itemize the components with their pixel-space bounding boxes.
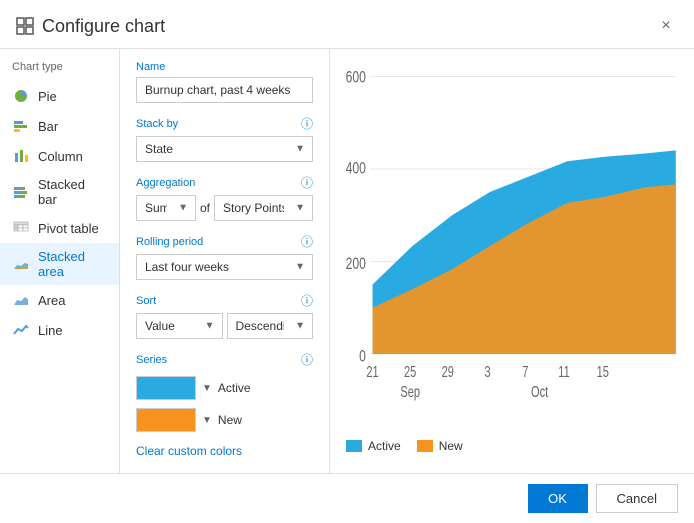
configure-chart-dialog: Configure chart × Chart type Pie [0, 0, 694, 523]
line-icon [12, 321, 30, 339]
x-label-11: 11 [558, 363, 569, 380]
stack-by-info-icon[interactable]: ⓘ [301, 115, 313, 132]
x-label-3: 3 [485, 363, 491, 380]
title-bar: Configure chart × [0, 0, 694, 49]
aggregation-info-icon[interactable]: ⓘ [301, 174, 313, 191]
y-label-0: 0 [359, 348, 366, 366]
column-icon [12, 147, 30, 165]
series-active-name: Active [218, 381, 251, 395]
column-label: Column [38, 149, 83, 164]
clear-custom-colors-link[interactable]: Clear custom colors [136, 444, 242, 458]
sidebar-item-pivot-table[interactable]: Pivot table [0, 213, 119, 243]
x-label-7: 7 [522, 363, 528, 380]
aggregation-func-wrapper: Sum ▼ [136, 195, 196, 221]
aggregation-func-select[interactable]: Sum [136, 195, 196, 221]
sidebar-item-line[interactable]: Line [0, 315, 119, 345]
x-label-25: 25 [404, 363, 416, 380]
x-label-21: 21 [366, 363, 378, 380]
sort-by-wrapper: Value ▼ [136, 313, 223, 339]
pivot-icon [12, 219, 30, 237]
rolling-period-select[interactable]: Last four weeks [136, 254, 313, 280]
sort-by-select[interactable]: Value [136, 313, 223, 339]
dialog-title: Configure chart [42, 16, 165, 37]
dialog-icon [16, 17, 34, 35]
pie-icon [12, 87, 30, 105]
series-new-color-swatch[interactable] [136, 408, 196, 432]
of-label: of [200, 201, 210, 215]
x-label-29: 29 [442, 363, 454, 380]
sidebar-item-stacked-bar[interactable]: Stacked bar [0, 171, 119, 213]
aggregation-field-select[interactable]: Story Points [214, 195, 313, 221]
stacked-bar-icon [12, 183, 30, 201]
rolling-period-info-icon[interactable]: ⓘ [301, 233, 313, 250]
chart-area: 600 400 200 0 21 25 29 [346, 61, 678, 431]
legend-new-color [417, 440, 433, 452]
x-label-15: 15 [597, 363, 609, 380]
stack-by-label: Stack by ⓘ [136, 115, 313, 132]
legend-new-label: New [439, 439, 463, 453]
chart-svg: 600 400 200 0 21 25 29 [346, 61, 678, 431]
aggregation-label: Aggregation ⓘ [136, 174, 313, 191]
area-icon [12, 291, 30, 309]
sidebar-item-column[interactable]: Column [0, 141, 119, 171]
sort-row: Value ▼ Descending ▼ [136, 313, 313, 339]
series-info-icon[interactable]: ⓘ [301, 351, 313, 368]
sidebar-item-stacked-area[interactable]: Stacked area [0, 243, 119, 285]
rolling-period-wrapper: Last four weeks ▼ [136, 254, 313, 280]
aggregation-field-wrapper: Story Points ▼ [214, 195, 313, 221]
series-active-chevron-icon[interactable]: ▼ [202, 383, 212, 394]
dialog-footer: OK Cancel [0, 473, 694, 523]
form-panel: Name Stack by ⓘ State ▼ Aggregation ⓘ [120, 49, 330, 473]
name-input[interactable] [136, 77, 313, 103]
y-label-600: 600 [346, 69, 366, 87]
area-label: Area [38, 293, 65, 308]
legend-item-new: New [417, 439, 463, 453]
series-item-new: ▼ New [136, 408, 313, 432]
bar-label: Bar [38, 119, 58, 134]
bar-icon [12, 117, 30, 135]
aggregation-row: Sum ▼ of Story Points ▼ [136, 195, 313, 221]
sort-order-wrapper: Descending ▼ [227, 313, 314, 339]
chart-legend: Active New [346, 431, 678, 461]
sort-order-select[interactable]: Descending [227, 313, 314, 339]
x-group-sep: Sep [400, 383, 420, 400]
sidebar-item-bar[interactable]: Bar [0, 111, 119, 141]
stacked-area-label: Stacked area [38, 249, 107, 279]
y-label-400: 400 [346, 160, 366, 178]
stack-by-select[interactable]: State [136, 136, 313, 162]
rolling-period-label: Rolling period ⓘ [136, 233, 313, 250]
series-item-active: ▼ Active [136, 376, 313, 400]
sort-info-icon[interactable]: ⓘ [301, 292, 313, 309]
stack-by-select-wrapper: State ▼ [136, 136, 313, 162]
stacked-area-icon [12, 255, 30, 273]
pivot-label: Pivot table [38, 221, 99, 236]
series-new-chevron-icon[interactable]: ▼ [202, 415, 212, 426]
ok-button[interactable]: OK [528, 484, 588, 513]
series-active-color-swatch[interactable] [136, 376, 196, 400]
legend-active-color [346, 440, 362, 452]
sort-label: Sort ⓘ [136, 292, 313, 309]
series-section-label: Series ⓘ [136, 351, 313, 368]
line-label: Line [38, 323, 63, 338]
legend-item-active: Active [346, 439, 401, 453]
name-label: Name [136, 61, 313, 73]
legend-active-label: Active [368, 439, 401, 453]
dialog-content: Chart type Pie [0, 49, 694, 473]
chart-type-panel: Chart type Pie [0, 49, 120, 473]
close-button[interactable]: × [654, 14, 678, 38]
cancel-button[interactable]: Cancel [596, 484, 678, 513]
chart-preview-panel: 600 400 200 0 21 25 29 [330, 49, 694, 473]
series-new-name: New [218, 413, 242, 427]
stacked-bar-label: Stacked bar [38, 177, 107, 207]
sidebar-item-pie[interactable]: Pie [0, 81, 119, 111]
y-label-200: 200 [346, 255, 366, 273]
sidebar-item-area[interactable]: Area [0, 285, 119, 315]
chart-type-label: Chart type [0, 57, 119, 81]
pie-label: Pie [38, 89, 57, 104]
x-group-oct: Oct [531, 383, 548, 400]
